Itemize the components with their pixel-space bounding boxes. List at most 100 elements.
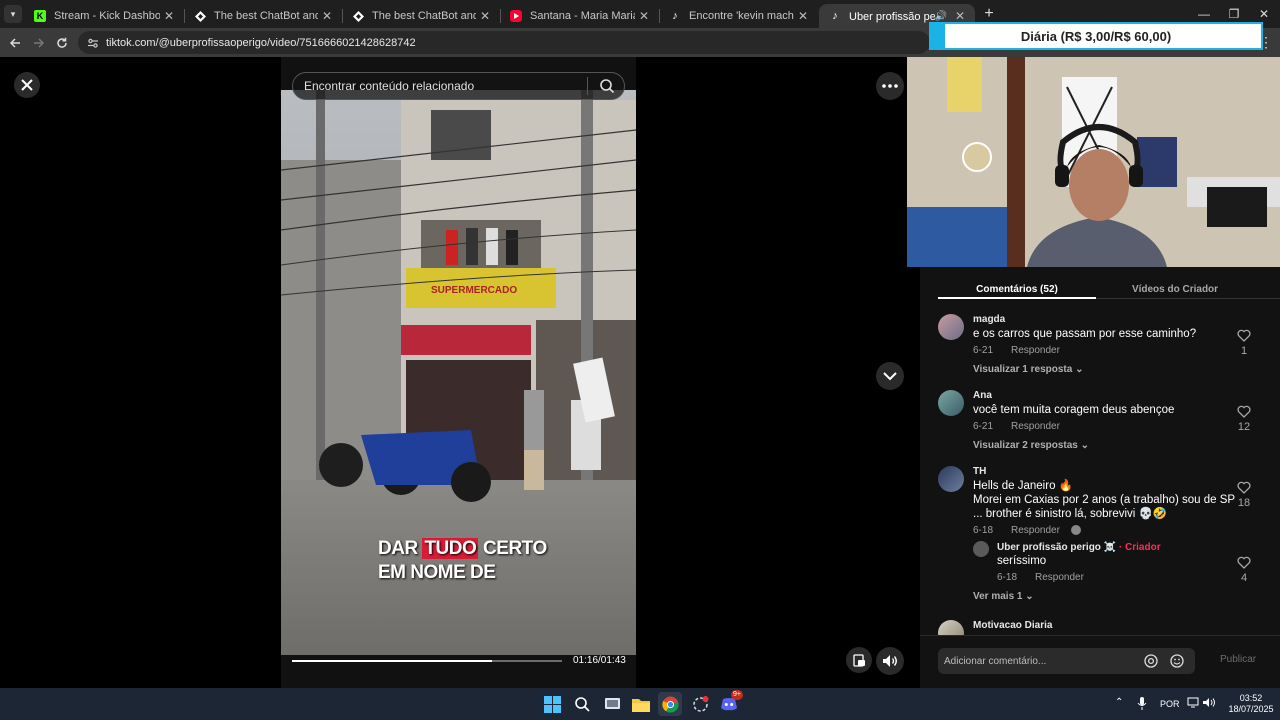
windows-taskbar: 9+ ⌃ POR 03:52 18/07/2025 — [0, 688, 1280, 720]
view-more-button[interactable]: Ver mais 1 ⌄ — [973, 591, 1034, 602]
close-tab-icon[interactable]: ✕ — [476, 9, 494, 23]
notification-badge: 9+ — [731, 690, 743, 700]
related-content-search[interactable]: Encontrar conteúdo relacionado — [292, 72, 625, 100]
close-window-icon[interactable]: ✕ — [1252, 5, 1276, 23]
video-player[interactable]: SUPERMERCADO Encontrar conteúdo relacion… — [281, 57, 636, 688]
microphone-icon[interactable] — [1137, 697, 1147, 713]
tab-search-dropdown-icon[interactable]: ▾ — [4, 5, 22, 23]
reload-icon[interactable] — [52, 33, 72, 53]
comment-item: TH Hells de Janeiro 🔥 Morei em Caxias po… — [938, 466, 1268, 616]
comment-text: você tem muita coragem deus abençoe — [973, 404, 1175, 416]
comment-date: 6-21 — [973, 345, 994, 356]
chevron-down-icon: ⌄ — [1025, 591, 1034, 602]
comment-date: 6-18 — [973, 525, 994, 536]
caption-highlight: TUDO — [422, 538, 479, 559]
picture-in-picture-button[interactable] — [846, 647, 872, 673]
search-icon[interactable] — [570, 692, 594, 716]
speaker-icon[interactable]: 🔊 — [935, 11, 947, 22]
like-button[interactable] — [1236, 481, 1252, 494]
chevron-down-icon: ⌄ — [1075, 364, 1084, 375]
clock-date: 18/07/2025 — [1228, 704, 1274, 714]
creator-tag: · Criador — [1118, 542, 1161, 553]
reply-text: seríssimo — [997, 555, 1047, 567]
app-icon[interactable] — [688, 692, 712, 716]
reply-button[interactable]: Responder — [1011, 345, 1060, 356]
reply-button[interactable]: Responder — [1011, 525, 1060, 536]
avatar[interactable] — [938, 620, 964, 636]
view-replies-button[interactable]: Visualizar 2 respostas ⌄ — [973, 440, 1089, 451]
mention-icon[interactable] — [1143, 653, 1159, 669]
comment-username[interactable]: Ana — [973, 390, 992, 401]
network-icon[interactable] — [1187, 697, 1199, 711]
tab-tiktok-search[interactable]: ♪ Encontre 'kevin machuca' no Tik ✕ — [659, 4, 818, 28]
close-icon — [21, 79, 33, 91]
banner-text: Diária (R$ 3,00/R$ 60,00) — [1020, 28, 1172, 44]
comment-input[interactable]: Adicionar comentário... — [944, 656, 1143, 667]
emoji-icon[interactable] — [1169, 653, 1185, 669]
close-video-button[interactable] — [14, 72, 40, 98]
tab-chatbot-widgets-2[interactable]: The best ChatBot and Widgets ✕ — [342, 4, 500, 28]
like-button[interactable] — [1236, 329, 1252, 342]
tab-chatbot-widgets-1[interactable]: The best ChatBot and Widgets ✕ — [184, 4, 342, 28]
like-count: 1 — [1240, 345, 1248, 357]
video-progress-bar[interactable] — [292, 660, 562, 662]
minimize-icon[interactable]: — — [1192, 5, 1216, 23]
avatar[interactable] — [938, 466, 964, 492]
tab-kick-dashboard[interactable]: K Stream - Kick Dashboard ✕ — [24, 4, 184, 28]
close-tab-icon[interactable]: ✕ — [951, 9, 969, 23]
avatar[interactable] — [973, 541, 989, 557]
task-view-icon[interactable] — [600, 692, 624, 716]
avatar[interactable] — [938, 314, 964, 340]
like-button[interactable] — [1236, 556, 1252, 569]
chevron-up-icon[interactable]: ⌃ — [1115, 697, 1123, 708]
volume-icon[interactable] — [1203, 697, 1216, 711]
video-progress-fill — [292, 660, 492, 662]
search-icon[interactable] — [598, 77, 616, 95]
video-caption: DAR TUDO CERTO EM NOME DE — [378, 537, 547, 585]
search-input[interactable]: Encontrar conteúdo relacionado — [304, 79, 587, 93]
close-tab-icon[interactable]: ✕ — [635, 9, 653, 23]
close-tab-icon[interactable]: ✕ — [794, 9, 812, 23]
reply-username[interactable]: Uber profissão perigo ☠️ — [997, 542, 1116, 553]
view-replies-label: Visualizar 1 resposta — [973, 364, 1073, 375]
language-indicator[interactable]: POR — [1160, 699, 1180, 709]
back-icon[interactable] — [5, 33, 25, 53]
discord-icon[interactable]: 9+ — [717, 690, 743, 716]
site-info-icon[interactable] — [86, 36, 100, 50]
comment-input-box[interactable]: Adicionar comentário... — [938, 648, 1195, 674]
close-tab-icon[interactable]: ✕ — [318, 9, 336, 23]
like-button[interactable] — [1236, 405, 1252, 418]
comment-username[interactable]: TH — [973, 466, 986, 477]
heart-icon — [1237, 329, 1251, 342]
forward-icon[interactable] — [29, 33, 49, 53]
chrome-icon[interactable] — [658, 692, 682, 716]
file-explorer-icon[interactable] — [629, 692, 653, 716]
reply-button[interactable]: Responder — [1011, 421, 1060, 432]
more-options-button[interactable] — [876, 72, 904, 100]
reply-date: 6-18 — [997, 572, 1018, 583]
svg-text:SUPERMERCADO: SUPERMERCADO — [431, 285, 517, 296]
comment-username[interactable]: Motivacao Diaria — [973, 620, 1052, 631]
volume-button[interactable] — [876, 647, 904, 675]
publish-button[interactable]: Publicar — [1220, 654, 1256, 665]
tab-title: Encontre 'kevin machuca' no Tik — [689, 10, 794, 22]
close-tab-icon[interactable]: ✕ — [160, 9, 178, 23]
tab-youtube-santana[interactable]: Santana - Maria Maria (Official ✕ — [500, 4, 659, 28]
active-tab-indicator — [938, 297, 1096, 299]
new-tab-button[interactable]: + — [980, 5, 998, 23]
url-host: tiktok.com — [106, 36, 156, 49]
address-bar[interactable]: tiktok.com/@uberprofissaoperigo/video/75… — [78, 31, 930, 54]
next-video-button[interactable] — [876, 362, 904, 390]
system-clock[interactable]: 03:52 18/07/2025 — [1226, 693, 1276, 715]
video-timecode: 01:16/01:43 — [573, 655, 626, 666]
view-replies-button[interactable]: Visualizar 1 resposta ⌄ — [973, 364, 1083, 375]
like-count: 4 — [1240, 572, 1248, 584]
windows-start-icon[interactable] — [540, 692, 564, 716]
comment-username[interactable]: magda — [973, 314, 1005, 325]
reply-button[interactable]: Responder — [1035, 572, 1084, 583]
avatar[interactable] — [938, 390, 964, 416]
caption-line-1: DAR TUDO CERTO — [378, 537, 547, 561]
stream-goal-banner: Diária (R$ 3,00/R$ 60,00) — [929, 22, 1263, 50]
restore-icon[interactable]: ❐ — [1222, 5, 1246, 23]
tiktok-icon: ♪ — [832, 10, 838, 22]
